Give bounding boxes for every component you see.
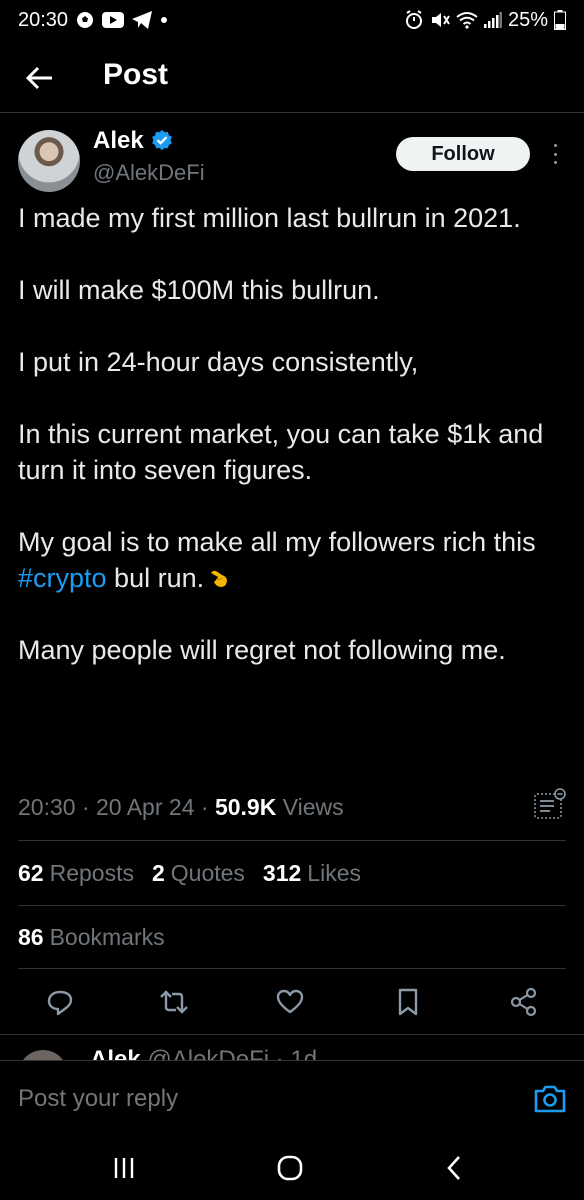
page-title: Post xyxy=(103,58,169,91)
meta-divider xyxy=(18,840,566,841)
hashtag-link[interactable]: #crypto xyxy=(18,563,107,593)
home-icon xyxy=(277,1155,303,1181)
likes-count: 312 xyxy=(262,860,302,886)
meta-separator: · xyxy=(194,794,215,820)
header-divider xyxy=(0,112,584,113)
bookmarks-label: Bookmarks xyxy=(49,924,165,950)
repost-icon xyxy=(160,990,188,1014)
likes-label: Likes xyxy=(307,860,361,886)
notification-dot-icon xyxy=(160,16,168,24)
alarm-icon xyxy=(404,10,424,30)
signal-icon xyxy=(483,12,502,28)
top-app-bar: Post xyxy=(0,50,584,104)
back-nav-icon xyxy=(447,1156,460,1180)
views-label: Views xyxy=(276,794,344,820)
post-paragraph: Many people will regret not following me… xyxy=(18,635,506,665)
follow-button[interactable]: Follow xyxy=(396,137,530,171)
arrow-left-icon xyxy=(25,66,52,90)
author-name: Alek xyxy=(93,127,144,154)
bookmark-icon xyxy=(398,988,418,1016)
post-paragraph: I put in 24-hour days consistently, xyxy=(18,347,419,377)
post-paragraph: I made my first million last bullrun in … xyxy=(18,203,521,233)
pointing-hand-emoji xyxy=(211,570,228,587)
back-nav-button[interactable] xyxy=(434,1150,474,1186)
battery-icon xyxy=(554,10,566,30)
bookmarks-divider xyxy=(18,968,566,969)
post-meta: 20:30 · 20 Apr 24 · 50.9K Views xyxy=(18,794,344,821)
bookmarks-count: 86 xyxy=(18,924,44,950)
status-time: 20:30 xyxy=(18,8,69,31)
quotes-label: Quotes xyxy=(170,860,245,886)
post-actions xyxy=(0,984,584,1024)
bookmark-button[interactable] xyxy=(390,984,426,1020)
like-icon xyxy=(276,989,304,1014)
telegram-icon xyxy=(132,11,153,29)
soccer-ball-icon xyxy=(76,11,94,29)
share-button[interactable] xyxy=(506,984,542,1020)
post-text: I made my first million last bullrun in … xyxy=(18,200,566,668)
actions-divider xyxy=(0,1034,584,1035)
reply-input[interactable] xyxy=(18,1083,498,1115)
meta-separator: · xyxy=(75,794,97,820)
engagement-stats: 62 Reposts 2 Quotes 312 Likes xyxy=(18,860,361,887)
recents-icon xyxy=(114,1158,134,1178)
more-vertical-icon[interactable] xyxy=(548,140,562,168)
bookmarks-stat[interactable]: 86 Bookmarks xyxy=(18,924,165,951)
recents-button[interactable] xyxy=(104,1150,144,1186)
post-date: 20 Apr 24 xyxy=(96,794,195,820)
verified-badge-icon xyxy=(151,130,172,151)
youtube-icon xyxy=(102,12,125,28)
likes-stat[interactable]: 312 Likes xyxy=(263,860,361,887)
post-paragraph-goal: My goal is to make all my followers rich… xyxy=(18,524,566,596)
camera-icon[interactable] xyxy=(532,1081,568,1117)
stats-divider xyxy=(18,905,566,906)
reposts-stat[interactable]: 62 Reposts xyxy=(18,860,134,887)
status-bar: 20:30 25% xyxy=(0,0,584,40)
reply-icon xyxy=(47,990,73,1016)
views-count: 50.9K xyxy=(214,794,277,820)
goal-suffix: bul run. xyxy=(106,563,205,593)
post-paragraph: In this current market, you can take $1k… xyxy=(18,419,544,485)
back-button[interactable] xyxy=(22,60,58,96)
reply-button[interactable] xyxy=(42,984,78,1020)
reply-composer xyxy=(0,1060,584,1136)
like-button[interactable] xyxy=(272,984,308,1020)
reposts-label: Reposts xyxy=(49,860,134,886)
post-time: 20:30 xyxy=(18,794,76,820)
reposts-count: 62 xyxy=(18,860,44,886)
author-avatar[interactable] xyxy=(18,130,80,192)
author-name-row[interactable]: Alek xyxy=(93,127,174,155)
battery-percent: 25% xyxy=(507,8,548,31)
mute-icon xyxy=(430,10,450,30)
analytics-icon[interactable] xyxy=(530,786,570,826)
author-handle[interactable]: @AlekDeFi xyxy=(93,160,205,186)
system-nav-bar xyxy=(0,1136,584,1200)
quotes-count: 2 xyxy=(151,860,165,886)
repost-button[interactable] xyxy=(156,984,192,1020)
share-icon xyxy=(510,987,537,1017)
home-button[interactable] xyxy=(270,1150,310,1186)
goal-text: My goal is to make all my followers rich… xyxy=(18,527,536,557)
post-paragraph: I will make $100M this bullrun. xyxy=(18,275,380,305)
quotes-stat[interactable]: 2 Quotes xyxy=(152,860,245,887)
wifi-icon xyxy=(456,11,478,29)
